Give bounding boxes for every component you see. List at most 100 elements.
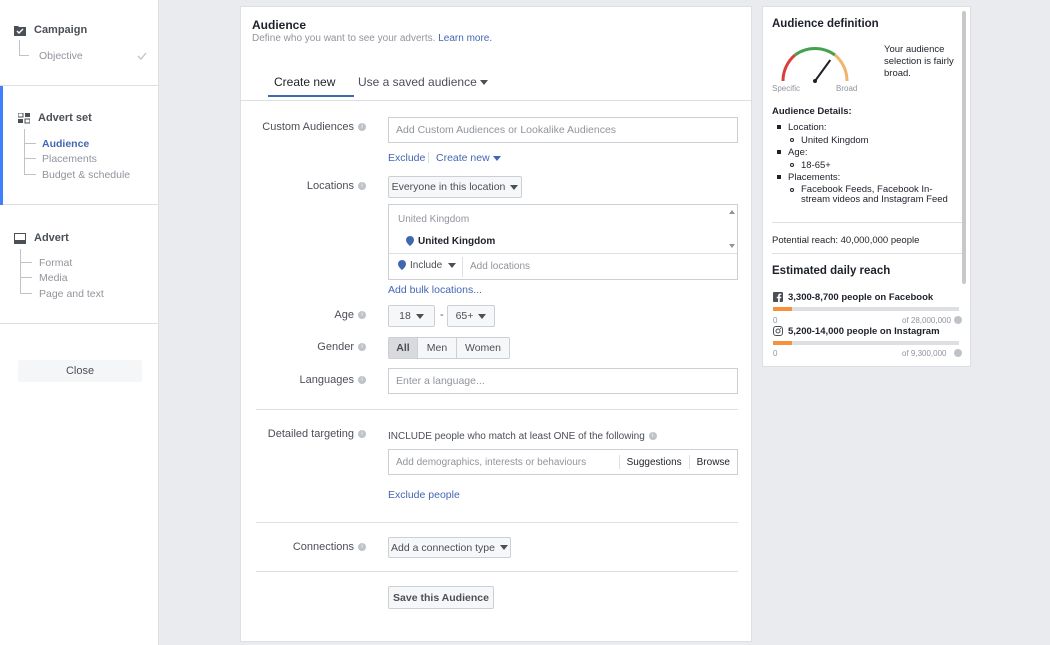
language-input[interactable]: Enter a language... <box>388 368 738 394</box>
instagram-reach: 5,200-14,000 people on Instagram <box>773 326 940 337</box>
gender-all-button[interactable]: All <box>389 338 418 358</box>
label-text: Languages <box>299 374 354 386</box>
info-icon[interactable]: i <box>358 182 366 191</box>
sidebar-campaign-section: Campaign Objective <box>0 0 158 86</box>
sidebar-item-page-and-text[interactable]: Page and text <box>39 288 104 300</box>
sidebar-item-audience[interactable]: Audience <box>42 138 89 150</box>
advert-icon <box>14 232 26 244</box>
instagram-icon <box>773 326 783 337</box>
include-criteria-text: INCLUDE people who match at least ONE of… <box>388 431 657 442</box>
learn-more-link[interactable]: Learn more. <box>438 33 492 44</box>
custom-audiences-label: Custom Audiences i <box>262 121 366 133</box>
info-icon[interactable] <box>954 316 962 324</box>
chevron-down-icon <box>448 262 457 268</box>
exclude-people-link[interactable]: Exclude people <box>388 489 460 501</box>
create-new-link[interactable]: Create new <box>436 152 501 164</box>
selected-location[interactable]: United Kingdom <box>406 236 495 247</box>
age-min-value: 18 <box>399 310 411 322</box>
sidebar-item-placements[interactable]: Placements <box>42 153 97 165</box>
instagram-reach-min: 0 <box>773 349 778 358</box>
tab-create-new[interactable]: Create new <box>274 75 335 89</box>
selected-location-text: United Kingdom <box>418 236 496 247</box>
detail-placements: Placements: <box>777 172 840 183</box>
sidebar-advert-set-section: Advert set Audience Placements Budget & … <box>0 86 158 205</box>
chevron-down-icon <box>492 155 501 161</box>
facebook-reach-fill <box>773 307 792 311</box>
info-icon[interactable]: i <box>358 543 366 552</box>
age-min-dropdown[interactable]: 18 <box>388 305 435 327</box>
add-locations-input[interactable]: Add locations <box>470 261 530 272</box>
criteria-text: INCLUDE people who match at least ONE of… <box>388 431 645 442</box>
info-icon[interactable]: i <box>648 432 657 441</box>
map-pin-icon <box>406 236 414 247</box>
instagram-reach-fill <box>773 341 792 345</box>
sidebar-item-objective[interactable]: Objective <box>39 50 83 62</box>
gauge-broad-label: Broad <box>836 84 858 93</box>
add-bulk-locations-link[interactable]: Add bulk locations... <box>388 284 482 296</box>
custom-audiences-input[interactable]: Add Custom Audiences or Lookalike Audien… <box>388 117 738 143</box>
include-label: Include <box>410 260 443 271</box>
daily-reach-title: Estimated daily reach <box>772 265 891 277</box>
detail-placements-value: Facebook Feeds, Facebook In-stream video… <box>790 185 955 205</box>
save-audience-button[interactable]: Save this Audience <box>388 586 494 609</box>
label-text: Custom Audiences <box>262 121 354 133</box>
potential-reach: Potential reach: 40,000,000 people <box>772 235 920 246</box>
sidebar-item-advert-set[interactable]: Advert set <box>18 112 92 124</box>
info-icon[interactable]: i <box>358 311 366 320</box>
chevron-down-icon <box>478 313 487 319</box>
locations-label: Locations i <box>307 180 366 192</box>
detail-value: Facebook Feeds, Facebook In-stream video… <box>801 184 948 205</box>
sidebar-item-label: Campaign <box>34 24 88 36</box>
info-icon[interactable]: i <box>358 343 366 352</box>
location-list-scrollbar[interactable] <box>725 208 735 250</box>
instagram-reach-bar <box>773 341 959 345</box>
gauge-needle <box>814 59 832 82</box>
location-group-label: United Kingdom <box>398 214 470 225</box>
dropdown-label: Everyone in this location <box>391 181 506 193</box>
sidebar-item-budget-schedule[interactable]: Budget & schedule <box>42 169 130 181</box>
suggestions-button[interactable]: Suggestions <box>620 457 689 468</box>
info-icon[interactable]: i <box>358 376 366 385</box>
audience-gauge <box>781 47 849 83</box>
info-icon[interactable]: i <box>358 430 366 439</box>
scroll-up-icon <box>729 210 735 214</box>
detail-label: Placements: <box>788 172 841 183</box>
check-icon <box>137 52 147 60</box>
detail-age: Age: <box>777 147 808 158</box>
audience-description: Your audience selection is fairly broad. <box>884 44 954 79</box>
sidebar-item-label: Advert set <box>38 112 92 124</box>
info-icon[interactable]: i <box>358 123 366 132</box>
facebook-reach-min: 0 <box>773 316 778 325</box>
include-dropdown[interactable]: Include <box>398 260 457 271</box>
gender-women-button[interactable]: Women <box>457 338 509 358</box>
panel-scrollbar[interactable] <box>962 11 966 284</box>
info-icon[interactable] <box>954 349 962 357</box>
detail-value: United Kingdom <box>801 135 869 146</box>
connection-type-dropdown[interactable]: Add a connection type <box>388 537 511 558</box>
detailed-targeting-input[interactable]: Add demographics, interests or behaviour… <box>389 457 619 468</box>
sidebar-item-advert[interactable]: Advert <box>14 232 69 244</box>
facebook-reach: 3,300-8,700 people on Facebook <box>773 292 933 303</box>
location-box: United Kingdom United Kingdom Include Ad… <box>388 204 738 280</box>
close-button[interactable]: Close <box>18 360 142 382</box>
gender-men-button[interactable]: Men <box>418 338 457 358</box>
label-text: Locations <box>306 180 354 192</box>
chevron-down-icon <box>510 184 519 190</box>
browse-button[interactable]: Browse <box>690 457 737 468</box>
age-max-value: 65+ <box>455 310 474 322</box>
gender-label: Gender i <box>317 341 366 353</box>
reach-text: 3,300-8,700 people on Facebook <box>788 292 934 303</box>
connections-label: Connections i <box>293 541 366 553</box>
label-text: Detailed targeting <box>267 428 354 440</box>
age-max-dropdown[interactable]: 65+ <box>447 305 495 327</box>
gauge-specific-label: Specific <box>772 84 801 93</box>
chevron-down-icon <box>415 313 424 319</box>
exclude-link[interactable]: Exclude <box>388 152 425 164</box>
tab-saved-audience[interactable]: Use a saved audience <box>358 75 488 89</box>
location-type-dropdown[interactable]: Everyone in this location <box>388 176 522 198</box>
dropdown-label: Add a connection type <box>391 541 495 554</box>
sidebar-item-format[interactable]: Format <box>39 257 72 269</box>
sidebar-item-campaign[interactable]: Campaign <box>14 24 87 36</box>
sidebar-item-media[interactable]: Media <box>39 272 68 284</box>
tab-label: Use a saved audience <box>358 75 477 89</box>
